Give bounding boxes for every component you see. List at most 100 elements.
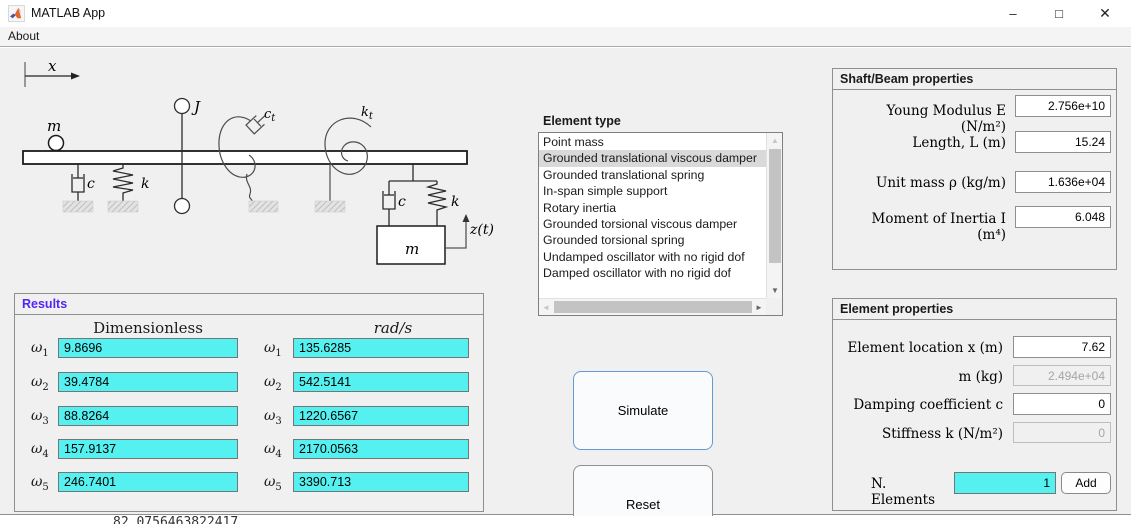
- horizontal-scroll-thumb[interactable]: [554, 301, 752, 313]
- omega4-rads-field[interactable]: [293, 439, 469, 459]
- oscillator-spring-label: k: [451, 194, 459, 210]
- omega4-rads-label: ω4: [264, 441, 282, 460]
- n-elements-field[interactable]: [954, 472, 1056, 494]
- menu-about[interactable]: About: [8, 29, 39, 43]
- element-type-listbox: Point mass Grounded translational viscou…: [538, 132, 783, 316]
- maximize-button[interactable]: □: [1037, 0, 1081, 27]
- oscillator-displacement-label: z(t): [469, 222, 494, 238]
- omega5-dimensionless-field[interactable]: [58, 472, 238, 492]
- element-panel-title: Element properties: [833, 299, 1116, 320]
- omega4-dimensionless-field[interactable]: [58, 439, 238, 459]
- x-axis-arrow: x: [24, 57, 80, 87]
- vertical-scrollbar[interactable]: ▲ ▼: [766, 133, 782, 299]
- damping-coefficient-field[interactable]: [1013, 393, 1111, 415]
- mass-field: [1013, 365, 1111, 386]
- background-command-window: 82.0756463822417: [0, 516, 1131, 524]
- dimensionless-column-header: Dimensionless: [93, 319, 203, 337]
- shaft-panel-title: Shaft/Beam properties: [833, 69, 1116, 90]
- oscillator-mass-label: m: [405, 240, 419, 258]
- app-canvas: x m c k J ct kt c k m z(t) Element type …: [0, 48, 1131, 524]
- omega1-dimensionless-field[interactable]: [58, 338, 238, 358]
- axis-label: x: [48, 57, 57, 75]
- background-number-text: 82.0756463822417: [113, 516, 239, 524]
- length-label: Length, L (m): [912, 135, 1006, 151]
- list-item[interactable]: Point mass: [539, 134, 766, 150]
- list-item[interactable]: Rotary inertia: [539, 200, 766, 216]
- omega3-dimensionless-field[interactable]: [58, 406, 238, 426]
- n-elements-label: N. Elements: [871, 476, 935, 508]
- unit-mass-label: Unit mass ρ (kg/m): [875, 175, 1006, 191]
- scroll-down-icon[interactable]: ▼: [767, 283, 783, 299]
- horizontal-scrollbar[interactable]: ◄ ►: [539, 298, 766, 315]
- omega2-dimensionless-field[interactable]: [58, 372, 238, 392]
- add-button[interactable]: Add: [1061, 472, 1111, 494]
- grounded-damper-element: c: [62, 164, 95, 213]
- omega4-label: ω4: [31, 441, 49, 460]
- omega1-label: ω1: [31, 340, 49, 359]
- list-item[interactable]: Grounded torsional spring: [539, 232, 766, 248]
- matlab-logo-icon: [8, 5, 25, 22]
- list-item[interactable]: Grounded torsional viscous damper: [539, 216, 766, 232]
- unit-mass-field[interactable]: [1015, 171, 1111, 193]
- scrollbar-corner: [766, 298, 782, 315]
- window-title: MATLAB App: [31, 6, 106, 20]
- moment-inertia-field[interactable]: [1015, 206, 1111, 228]
- element-location-field[interactable]: [1013, 336, 1111, 358]
- oscillator-element: c k m z(t): [376, 164, 494, 265]
- omega5-rads-label: ω5: [264, 474, 282, 493]
- omega3-label: ω3: [31, 408, 49, 427]
- omega2-label: ω2: [31, 374, 49, 393]
- menu-bar: About: [0, 27, 1131, 47]
- point-mass-label: m: [47, 117, 61, 135]
- omega3-rads-label: ω3: [264, 408, 282, 427]
- stiffness-field: [1013, 422, 1111, 443]
- rads-column-header: rad/s: [373, 319, 413, 337]
- title-bar: MATLAB App – □ ✕: [0, 0, 1131, 27]
- moment-inertia-label: Moment of Inertia I (m⁴): [871, 211, 1006, 243]
- element-properties-panel: Element properties Element location x (m…: [832, 298, 1117, 511]
- damping-coefficient-label: Damping coefficient c: [853, 397, 1003, 413]
- element-type-items: Point mass Grounded translational viscou…: [539, 134, 766, 282]
- omega3-rads-field[interactable]: [293, 406, 469, 426]
- list-item[interactable]: Undamped oscillator with no rigid dof: [539, 249, 766, 265]
- mass-label: m (kg): [958, 369, 1003, 385]
- torsional-spring-label: kt: [361, 105, 374, 122]
- list-item-selected[interactable]: Grounded translational viscous damper: [539, 150, 766, 167]
- omega2-rads-label: ω2: [264, 374, 282, 393]
- omega1-rads-field[interactable]: [293, 338, 469, 358]
- matlab-logo-glyph: [9, 7, 22, 19]
- list-item[interactable]: Grounded translational spring: [539, 167, 766, 183]
- omega5-rads-field[interactable]: [293, 472, 469, 492]
- scroll-up-icon[interactable]: ▲: [767, 133, 783, 149]
- damper-label: c: [87, 176, 95, 192]
- grounded-spring-element: k: [107, 164, 149, 213]
- omega2-rads-field[interactable]: [293, 372, 469, 392]
- oscillator-damper-label: c: [398, 194, 406, 210]
- list-item[interactable]: Damped oscillator with no rigid dof: [539, 265, 766, 281]
- young-modulus-field[interactable]: [1015, 95, 1111, 117]
- length-field[interactable]: [1015, 131, 1111, 153]
- element-type-label: Element type: [543, 114, 621, 128]
- list-item[interactable]: In-span simple support: [539, 183, 766, 199]
- omega5-label: ω5: [31, 474, 49, 493]
- shaft-beam-properties-panel: Shaft/Beam properties Young Modulus E (N…: [832, 68, 1117, 270]
- results-panel: Results Dimensionless rad/s ω1 ω1 ω2 ω2 …: [14, 293, 484, 512]
- young-modulus-label: Young Modulus E (N/m²): [886, 103, 1006, 135]
- close-button[interactable]: ✕: [1083, 0, 1127, 27]
- inertia-label: J: [191, 98, 201, 116]
- omega1-rads-label: ω1: [264, 340, 282, 359]
- beam-schematic-diagram: x m c k J ct kt c k m z(t): [22, 57, 494, 265]
- scroll-left-icon[interactable]: ◄: [539, 299, 553, 316]
- scroll-right-icon[interactable]: ►: [752, 299, 766, 316]
- results-panel-title: Results: [15, 294, 483, 315]
- element-location-label: Element location x (m): [847, 340, 1003, 356]
- torsional-damper-label: ct: [264, 107, 276, 124]
- matlab-app-window: MATLAB App – □ ✕ About x m c k J ct kt c…: [0, 0, 1131, 524]
- vertical-scroll-thumb[interactable]: [769, 149, 781, 263]
- simulate-button[interactable]: Simulate: [573, 371, 713, 450]
- minimize-button[interactable]: –: [991, 0, 1035, 27]
- stiffness-label: Stiffness k (N/m²): [882, 426, 1003, 442]
- beam: [22, 150, 468, 165]
- point-mass-element: m: [47, 117, 65, 152]
- spring-label: k: [141, 176, 149, 192]
